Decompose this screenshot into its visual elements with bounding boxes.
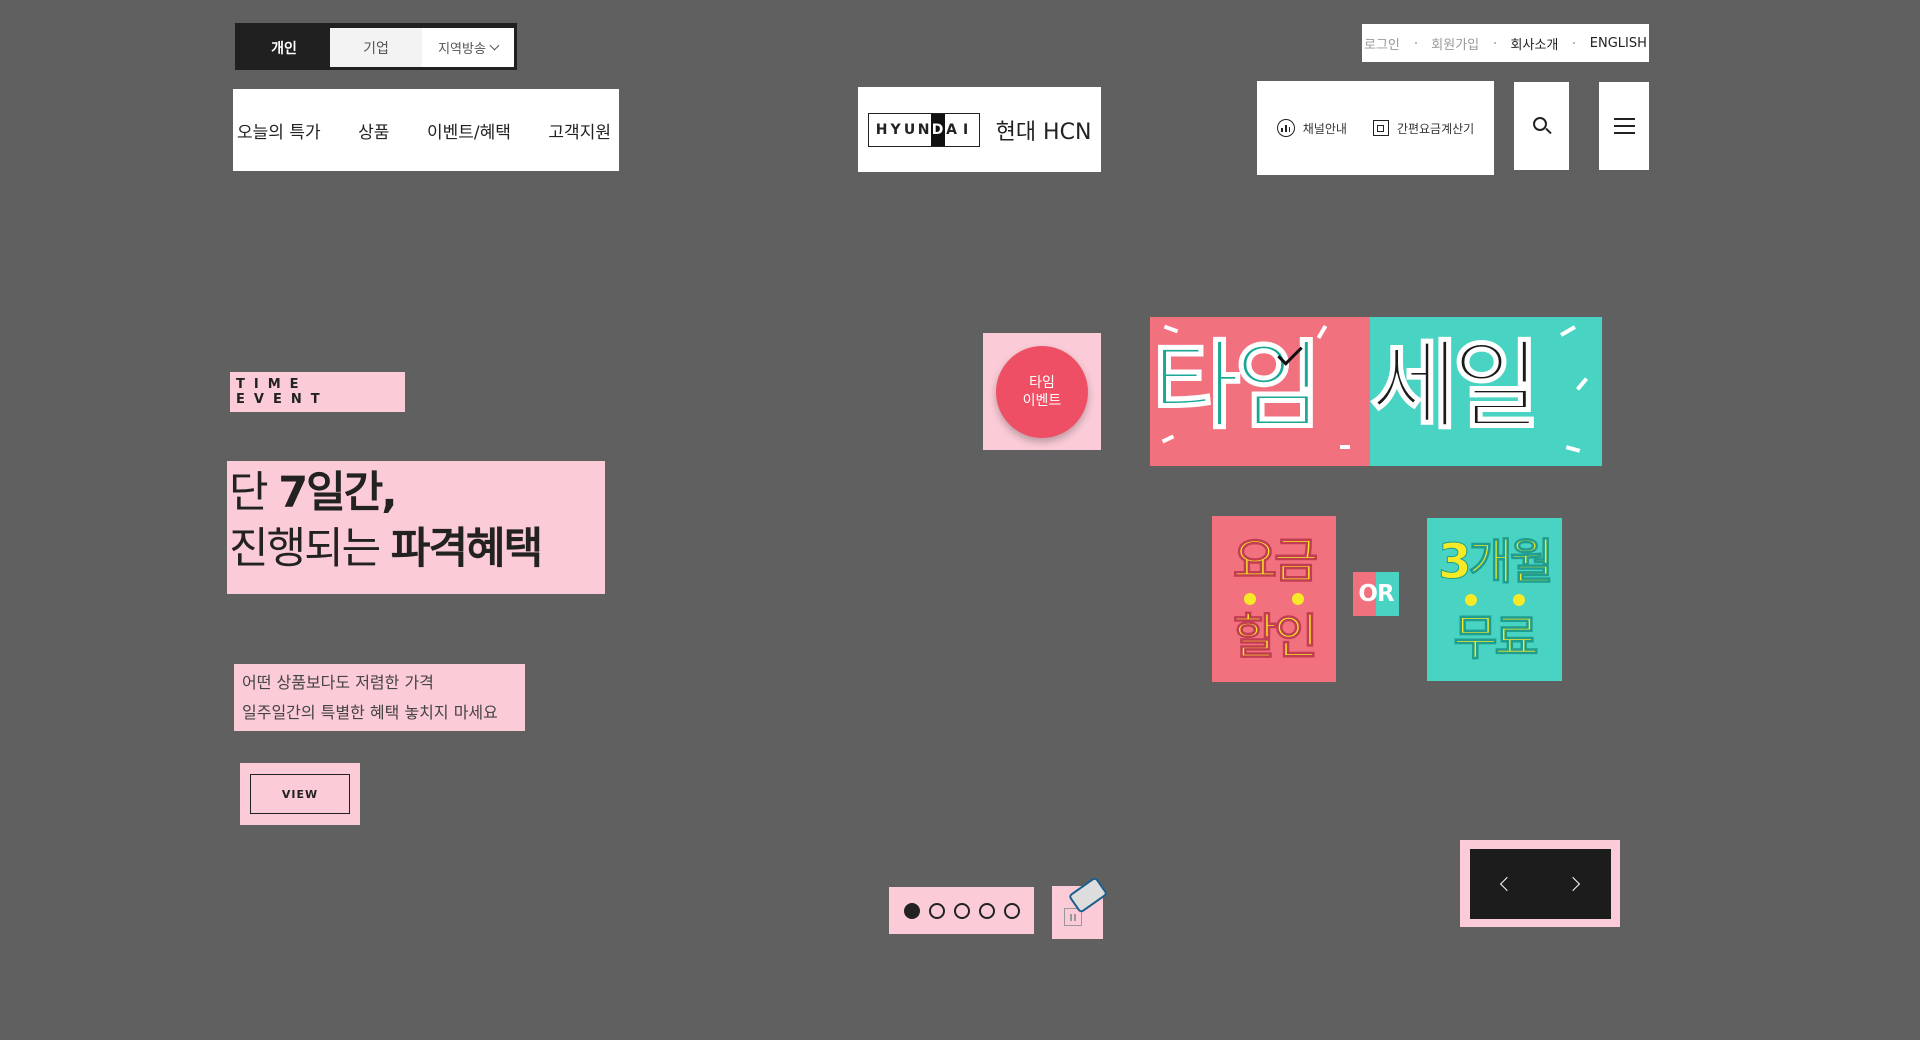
tile-text: 할인 — [1232, 609, 1318, 666]
hyundai-wordmark: H Y U N D A I — [867, 112, 980, 147]
description-line: 어떤 상품보다도 저렴한 가격 — [242, 673, 434, 692]
pagination-dot[interactable] — [928, 902, 945, 919]
chart-icon — [1276, 119, 1295, 137]
prev-slide-button[interactable] — [1470, 849, 1541, 919]
hero-headline: 단 7일간, 진행되는 파격혜택 — [227, 461, 605, 594]
tile-text: 요금 — [1232, 533, 1318, 590]
separator — [1573, 42, 1576, 44]
tile-dots — [1244, 589, 1304, 609]
pagination-dot[interactable] — [953, 902, 970, 919]
logo-text: 현대 HCN — [995, 119, 1092, 145]
tab-personal[interactable]: 개인 — [238, 28, 330, 67]
separator — [1493, 42, 1496, 44]
or-label: OR — [1353, 572, 1399, 616]
channel-guide-label: 채널안내 — [1302, 121, 1347, 136]
tile-text: 3개월 — [1438, 533, 1555, 590]
tile-dots — [1464, 590, 1525, 610]
tile-text: 무료 — [1453, 609, 1539, 666]
tab-business[interactable]: 기업 — [330, 28, 422, 67]
slide-arrows — [1460, 840, 1620, 927]
pagination-dot[interactable] — [1003, 902, 1020, 919]
nav-item-events[interactable]: 이벤트/혜택 — [427, 118, 511, 143]
fee-calculator-label: 간편요금계산기 — [1396, 121, 1475, 136]
logo-letter: U — [903, 121, 916, 138]
time-sale-banner: 타임 세일 — [1150, 317, 1602, 466]
channel-guide-button[interactable]: 채널안내 — [1276, 119, 1347, 137]
logo-letter: Y — [890, 121, 901, 138]
pause-button[interactable] — [1052, 876, 1109, 939]
menu-button[interactable] — [1599, 82, 1649, 170]
view-button-wrap: VIEW — [240, 763, 360, 825]
headline-part: 단 — [229, 468, 279, 518]
chevron-right-icon — [1566, 876, 1581, 891]
pagination-dot[interactable] — [903, 902, 920, 919]
nav-item-today-deal[interactable]: 오늘의 특가 — [237, 118, 321, 143]
sale-text-right: 세일 — [1369, 329, 1542, 443]
hamburger-icon-line — [1613, 132, 1635, 134]
three-months-free-tile: 3개월 무료 — [1427, 518, 1562, 681]
separator — [1414, 42, 1417, 44]
chevron-left-icon — [1499, 876, 1514, 891]
utility-links: 로그인 회원가입 회사소개 ENGLISH — [1362, 24, 1649, 62]
sale-text-left: 타임 — [1151, 329, 1324, 443]
headline-emphasis: 7일간, — [278, 468, 397, 518]
search-button[interactable] — [1514, 82, 1569, 170]
time-event-tag: TIME EVENT — [230, 372, 405, 412]
hamburger-icon-line — [1613, 125, 1635, 127]
english-link[interactable]: ENGLISH — [1590, 36, 1647, 51]
hamburger-icon — [1613, 118, 1635, 120]
quick-menu: 채널안내 간편요금계산기 — [1257, 81, 1494, 175]
logo-letter: H — [875, 121, 888, 138]
fee-discount-tile: 요금 할인 — [1212, 516, 1336, 682]
headline-emphasis: 파격혜택 — [390, 524, 543, 574]
badge-line: 타임 — [1029, 374, 1055, 391]
description-line: 일주일간의 특별한 혜택 놓치지 마세요 — [242, 703, 498, 722]
sale-right-panel: 세일 — [1369, 317, 1602, 466]
headline-part: 진행되는 — [229, 524, 391, 574]
badge-line: 이벤트 — [1022, 392, 1062, 409]
company-link[interactable]: 회사소개 — [1511, 34, 1559, 53]
logo-letter: I — [962, 121, 969, 138]
time-event-badge: 타임 이벤트 — [996, 345, 1088, 438]
pagination-dot[interactable] — [978, 902, 995, 919]
logo-letter: N — [917, 121, 930, 138]
next-slide-button[interactable] — [1540, 849, 1611, 919]
hero-description: 어떤 상품보다도 저렴한 가격 일주일간의 특별한 혜택 놓치지 마세요 — [234, 664, 525, 731]
logo-letter: A — [946, 121, 957, 138]
regional-broadcast-dropdown[interactable]: 지역방송 — [422, 28, 514, 67]
signup-link[interactable]: 회원가입 — [1431, 34, 1479, 53]
main-nav: 오늘의 특가 상품 이벤트/혜택 고객지원 — [233, 89, 619, 171]
customer-type-tabs: 개인 기업 지역방송 — [235, 23, 517, 70]
time-event-badge-wrap: 타임 이벤트 — [983, 333, 1101, 450]
view-button[interactable]: VIEW — [250, 774, 350, 814]
regional-broadcast-label: 지역방송 — [438, 42, 486, 57]
sale-left-panel: 타임 — [1150, 317, 1370, 466]
logo-letter: D — [930, 113, 945, 146]
fee-calculator-button[interactable]: 간편요금계산기 — [1372, 120, 1475, 137]
calculator-icon — [1372, 120, 1389, 136]
search-icon — [1532, 117, 1552, 135]
nav-item-support[interactable]: 고객지원 — [548, 118, 611, 143]
chevron-down-icon — [489, 40, 500, 51]
login-link[interactable]: 로그인 — [1364, 34, 1400, 53]
hyundai-hcn-logo[interactable]: H Y U N D A I 현대 HCN — [858, 87, 1101, 172]
slide-pagination — [889, 887, 1034, 934]
nav-item-products[interactable]: 상품 — [358, 118, 389, 143]
